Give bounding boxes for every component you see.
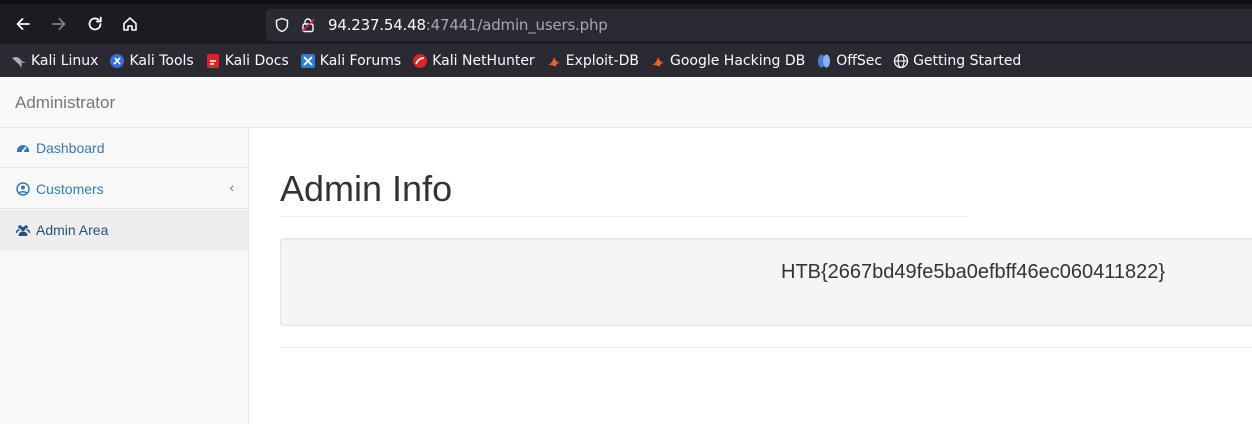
- kali-tools-icon: [110, 53, 125, 68]
- sidebar-item-label: Admin Area: [36, 221, 109, 238]
- divider: [280, 347, 1252, 348]
- flag-panel: HTB{2667bd49fe5ba0efbff46ec060411822}: [280, 238, 1252, 326]
- chevron-left-icon[interactable]: ‹: [230, 180, 234, 195]
- bookmark-label: Kali Tools: [129, 52, 194, 69]
- sidebar-item-label: Dashboard: [36, 139, 105, 156]
- bookmark-offsec[interactable]: OffSec: [813, 49, 885, 73]
- url-bar[interactable]: 94.237.54.48:47441/admin_users.php: [266, 9, 1252, 41]
- bookmark-label: Getting Started: [913, 52, 1022, 69]
- url-text[interactable]: 94.237.54.48:47441/admin_users.php: [328, 16, 608, 34]
- page-header: Admin Info: [280, 166, 968, 217]
- dashboard-icon: [17, 144, 29, 152]
- bookmarks-bar: Kali Linux Kali Tools Kali Docs Kali For…: [0, 44, 1252, 77]
- reload-button[interactable]: [83, 12, 107, 36]
- url-host: 94.237.54.48: [328, 16, 426, 34]
- bookmark-label: Kali Docs: [224, 52, 289, 69]
- exploit-db-icon: [547, 56, 560, 67]
- insecure-lock-icon[interactable]: [300, 17, 316, 33]
- sidebar-item-dashboard[interactable]: Dashboard: [0, 128, 248, 168]
- flag-text: HTB{2667bd49fe5ba0efbff46ec060411822}: [781, 261, 1166, 283]
- url-path: :47441/admin_users.php: [425, 16, 608, 34]
- bookmark-kali-forums[interactable]: Kali Forums: [297, 49, 404, 73]
- home-button[interactable]: [118, 12, 142, 36]
- bookmark-label: Kali Forums: [319, 52, 402, 69]
- bookmark-label: Kali Linux: [31, 52, 99, 69]
- bookmark-kali-docs[interactable]: Kali Docs: [202, 49, 292, 73]
- bookmark-exploit-db[interactable]: Exploit-DB: [543, 49, 642, 73]
- bookmark-label: OffSec: [836, 52, 883, 69]
- kali-forums-icon: [300, 53, 315, 68]
- ghdb-icon: [651, 56, 664, 67]
- back-button[interactable]: [11, 12, 35, 36]
- bookmark-kali-tools[interactable]: Kali Tools: [106, 49, 196, 73]
- offsec-icon: [818, 54, 831, 67]
- sidebar: Dashboard Customers ‹ Admin Area: [0, 128, 249, 424]
- web-page: Administrator Dashboard Customers ‹ Admi…: [0, 77, 1252, 424]
- kali-dragon-icon: [12, 56, 26, 68]
- forward-arrow-icon: [52, 18, 66, 30]
- bookmark-google-hacking-db[interactable]: Google Hacking DB: [647, 49, 808, 73]
- page-title: Admin Info: [280, 168, 453, 209]
- sidebar-item-label: Customers: [36, 180, 104, 197]
- users-icon: [16, 224, 30, 236]
- brand-title[interactable]: Administrator: [15, 93, 115, 113]
- bookmark-kali-nethunter[interactable]: Kali NetHunter: [409, 49, 537, 73]
- browser-toolbar: 94.237.54.48:47441/admin_users.php: [0, 4, 1252, 44]
- app-navbar: Administrator: [0, 77, 1252, 128]
- reload-icon: [88, 16, 102, 31]
- back-arrow-icon: [16, 18, 30, 30]
- kali-docs-icon: [206, 53, 219, 68]
- globe-icon: [893, 53, 909, 68]
- forward-button[interactable]: [47, 12, 71, 36]
- home-icon: [123, 17, 137, 31]
- bookmark-label: Kali NetHunter: [432, 52, 535, 69]
- bookmark-label: Google Hacking DB: [669, 52, 806, 69]
- main-content: Admin Info HTB{2667bd49fe5ba0efbff46ec06…: [280, 128, 1252, 424]
- nethunter-icon: [413, 53, 428, 68]
- bookmark-label: Exploit-DB: [565, 52, 639, 69]
- user-circle-icon: [16, 181, 30, 196]
- sidebar-item-customers[interactable]: Customers ‹: [0, 169, 248, 209]
- tracking-shield-icon[interactable]: [274, 17, 290, 33]
- sidebar-item-admin-area[interactable]: Admin Area: [0, 210, 248, 250]
- bookmark-kali-linux[interactable]: Kali Linux: [8, 49, 101, 73]
- bookmark-getting-started[interactable]: Getting Started: [890, 49, 1024, 73]
